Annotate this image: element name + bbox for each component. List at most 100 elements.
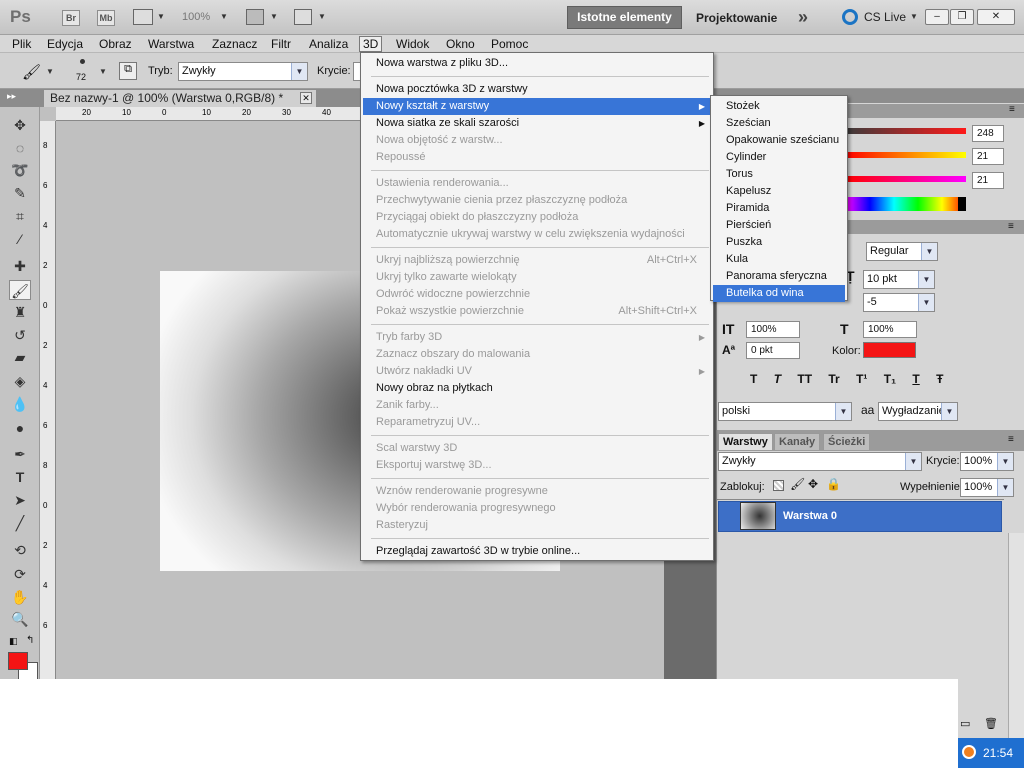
- submenu-item[interactable]: Butelka od wina: [713, 285, 845, 302]
- chevron-down-icon[interactable]: ▼: [997, 453, 1013, 470]
- trash-icon[interactable]: 🗑: [984, 717, 998, 730]
- menu-item[interactable]: Nowa warstwa z pliku 3D...: [363, 55, 711, 72]
- menu-okno[interactable]: Okno: [443, 36, 478, 52]
- layers-scrollbar[interactable]: [1008, 533, 1024, 738]
- healing-brush-tool-icon[interactable]: ✚: [9, 256, 31, 276]
- paint-bucket-tool-icon[interactable]: ◈: [9, 371, 31, 391]
- line-tool-icon[interactable]: ╱: [9, 513, 31, 533]
- pen-tool-icon[interactable]: ✒: [9, 444, 31, 464]
- menu-item[interactable]: Nowy kształt z warstwy ▶: [363, 98, 711, 115]
- chevron-down-icon[interactable]: ▼: [157, 12, 165, 21]
- chevron-down-icon[interactable]: ▼: [99, 67, 107, 76]
- collapse-icon[interactable]: ▸▸: [7, 91, 16, 102]
- chevron-down-icon[interactable]: ▼: [918, 271, 934, 288]
- quick-selection-tool-icon[interactable]: ✎: [9, 183, 31, 203]
- screen-mode-icon[interactable]: [294, 9, 312, 25]
- minimize-button[interactable]: –: [925, 9, 949, 25]
- leading-select[interactable]: -5 ▼: [863, 293, 935, 312]
- chevron-down-icon[interactable]: ▼: [835, 403, 851, 420]
- all-caps-button[interactable]: TT: [797, 372, 812, 386]
- superscript-button[interactable]: T¹: [856, 372, 867, 386]
- hand-tool-icon[interactable]: ✋: [9, 587, 31, 607]
- zoom-level[interactable]: 100%: [182, 11, 210, 23]
- menu-3d[interactable]: 3D: [359, 36, 383, 52]
- chevron-down-icon[interactable]: ▼: [318, 12, 326, 21]
- small-caps-button[interactable]: Tr: [828, 372, 839, 386]
- menu-item[interactable]: Nowa siatka ze skali szarości ▶: [363, 115, 711, 132]
- close-tab-icon[interactable]: ✕: [300, 92, 312, 104]
- underline-button[interactable]: T: [912, 372, 919, 386]
- faux-italic-button[interactable]: T: [774, 372, 781, 386]
- typography-buttons[interactable]: T T TT Tr T¹ T₁ T Ŧ: [750, 372, 943, 386]
- submenu-item[interactable]: Stożek: [713, 98, 845, 115]
- swap-colors-icon[interactable]: ↰: [26, 635, 34, 646]
- 3d-orbit-tool-icon[interactable]: ⟳: [9, 564, 31, 584]
- blur-tool-icon[interactable]: 💧: [9, 394, 31, 414]
- submenu-item[interactable]: Sześcian: [713, 115, 845, 132]
- fill-input[interactable]: 100% ▼: [960, 478, 1014, 497]
- submenu-item[interactable]: Panorama sferyczna: [713, 268, 845, 285]
- chevron-down-icon[interactable]: ▼: [46, 67, 54, 76]
- new-layer-icon[interactable]: ▭: [960, 717, 970, 730]
- cs-live-button[interactable]: CS Live: [864, 10, 906, 24]
- eraser-tool-icon[interactable]: ▰: [9, 347, 31, 367]
- lock-position-icon[interactable]: ✥: [808, 477, 818, 491]
- text-color-swatch[interactable]: [863, 342, 916, 358]
- arrange-documents-icon[interactable]: [246, 9, 264, 25]
- menu-obraz[interactable]: Obraz: [96, 36, 135, 52]
- font-style-select[interactable]: Regular ▼: [866, 242, 938, 261]
- type-tool-icon[interactable]: T: [9, 467, 31, 487]
- path-selection-tool-icon[interactable]: ➤: [9, 490, 31, 510]
- menu-widok[interactable]: Widok: [393, 36, 432, 52]
- submenu-item[interactable]: Kula: [713, 251, 845, 268]
- view-extras-icon[interactable]: [133, 9, 153, 25]
- 3d-rotate-tool-icon[interactable]: ⟲: [9, 540, 31, 560]
- foreground-color-swatch[interactable]: [8, 652, 28, 670]
- maximize-button[interactable]: ❐: [950, 9, 974, 25]
- tab-channels[interactable]: Kanały: [774, 433, 821, 450]
- mode-select[interactable]: Zwykły ▼: [178, 62, 308, 81]
- move-tool-icon[interactable]: ✥: [9, 115, 31, 135]
- faux-bold-button[interactable]: T: [750, 372, 757, 386]
- clock[interactable]: 21:54: [983, 746, 1013, 760]
- workspace-design-button[interactable]: Projektowanie: [696, 11, 777, 25]
- layer-name[interactable]: Warstwa 0: [783, 510, 837, 522]
- green-slider[interactable]: [846, 152, 966, 158]
- blend-mode-select[interactable]: Zwykły ▼: [718, 452, 922, 471]
- horizontal-scale-input[interactable]: 100%: [863, 321, 917, 338]
- menu-pomoc[interactable]: Pomoc: [488, 36, 531, 52]
- chevron-down-icon[interactable]: ▼: [918, 294, 934, 311]
- green-value-input[interactable]: 21: [972, 148, 1004, 165]
- spectrum-black[interactable]: [958, 197, 966, 211]
- document-tab[interactable]: Bez nazwy-1 @ 100% (Warstwa 0,RGB/8) *: [44, 90, 316, 107]
- chevron-down-icon[interactable]: ▼: [270, 12, 278, 21]
- mini-bridge-button[interactable]: Mb: [97, 10, 115, 26]
- menu-filtr[interactable]: Filtr: [268, 36, 294, 52]
- menu-item[interactable]: Przeglądaj zawartość 3D w trybie online.…: [363, 543, 711, 560]
- brush-size[interactable]: 72: [76, 72, 86, 82]
- brush-tool-preset-icon[interactable]: 🖌: [22, 63, 41, 81]
- tray-app-icon[interactable]: [962, 745, 976, 759]
- menu-plik[interactable]: Plik: [9, 36, 34, 52]
- chevron-down-icon[interactable]: ▼: [941, 403, 957, 420]
- crop-tool-icon[interactable]: ⌗: [9, 206, 31, 226]
- vertical-ruler[interactable]: 8 6 4 2 0 2 4 6 8 0 2 4 6: [40, 121, 56, 679]
- chevron-down-icon[interactable]: ▼: [997, 479, 1013, 496]
- anti-alias-select[interactable]: Wygładzanie ▼: [878, 402, 958, 421]
- menu-analiza[interactable]: Analiza: [306, 36, 351, 52]
- chevron-down-icon[interactable]: ▼: [220, 12, 228, 21]
- language-select[interactable]: polski ▼: [718, 402, 852, 421]
- baseline-shift-input[interactable]: 0 pkt: [746, 342, 800, 359]
- submenu-item[interactable]: Kapelusz: [713, 183, 845, 200]
- red-slider[interactable]: [846, 128, 966, 134]
- layer-opacity-input[interactable]: 100% ▼: [960, 452, 1014, 471]
- chevron-down-icon[interactable]: ▼: [905, 453, 921, 470]
- lock-pixels-icon[interactable]: 🖌: [790, 477, 805, 491]
- red-value-input[interactable]: 248: [972, 125, 1004, 142]
- default-colors-icon[interactable]: ◧: [9, 636, 18, 647]
- panel-menu-icon[interactable]: ≡: [1008, 434, 1014, 445]
- workspace-essentials-button[interactable]: Istotne elementy: [567, 6, 682, 29]
- menu-item[interactable]: Nowy obraz na płytkach: [363, 380, 711, 397]
- panel-menu-icon[interactable]: ≡: [1008, 221, 1014, 232]
- brush-panel-icon[interactable]: ⧉: [119, 62, 137, 80]
